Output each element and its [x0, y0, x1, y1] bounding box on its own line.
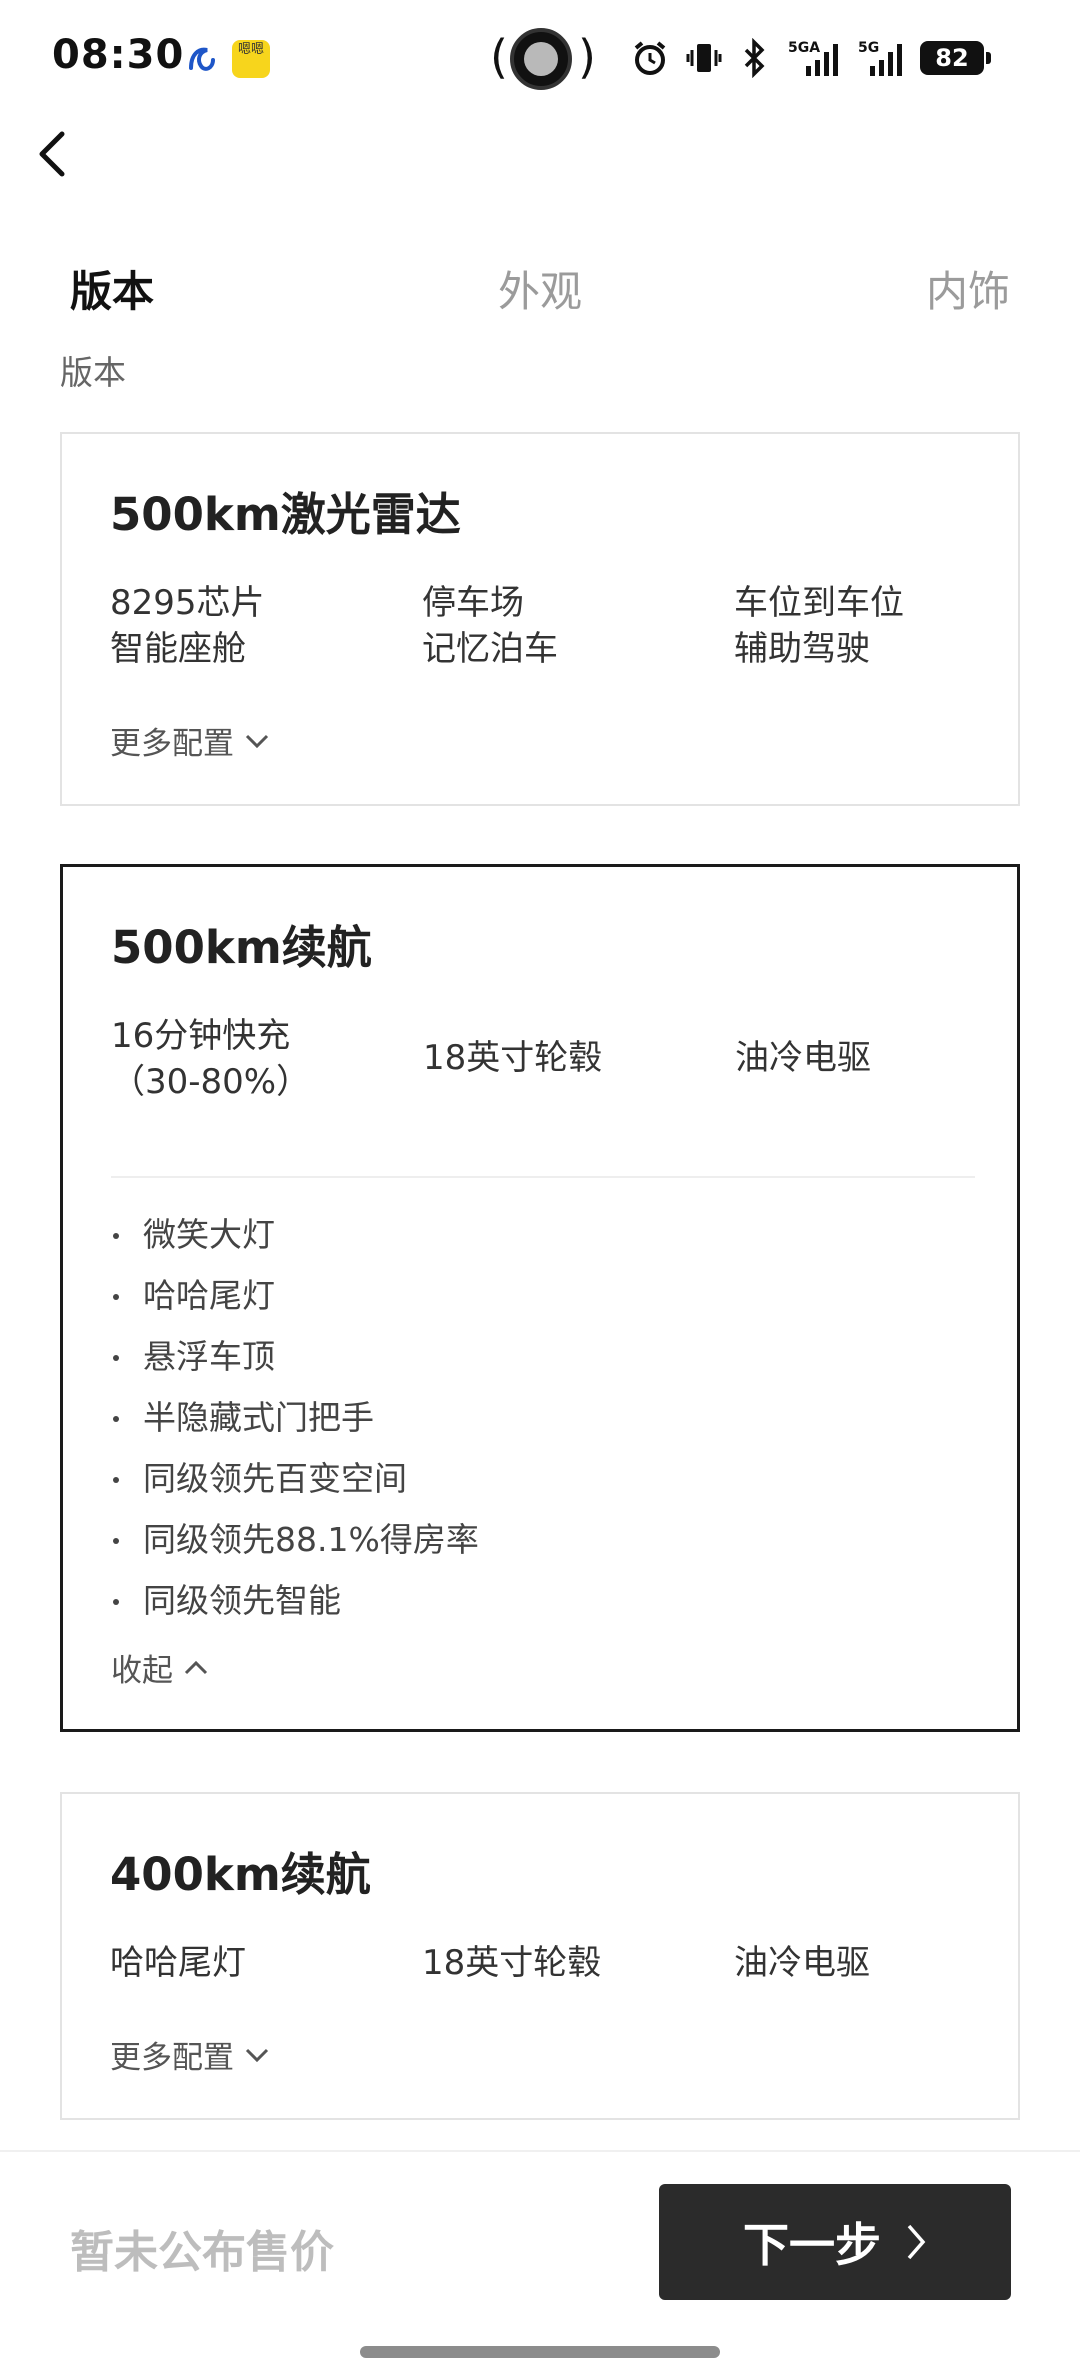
list-item: 微笑大灯: [111, 1213, 479, 1274]
status-time: 08:30: [52, 32, 185, 78]
card-feature: 停车场 记忆泊车: [422, 583, 558, 669]
profile-avatar: [510, 28, 572, 90]
divider: [111, 1176, 975, 1178]
svg-text:5G: 5G: [858, 40, 879, 56]
app-notification-icon: [189, 47, 215, 71]
more-config-toggle[interactable]: 更多配置: [110, 2032, 270, 2077]
vibrate-icon: [686, 44, 722, 72]
version-card-500km-lidar[interactable]: 500km激光雷达 8295芯片 智能座舱 停车场 记忆泊车 车位到车位 辅助驾…: [60, 432, 1020, 806]
card-feature: 哈哈尾灯: [110, 1943, 246, 1983]
collapse-toggle[interactable]: 收起: [111, 1645, 209, 1690]
chevron-down-icon: [245, 734, 269, 748]
card-title: 500km续航: [111, 921, 372, 974]
tab-bar: 版本 外观 内饰: [0, 258, 1080, 328]
more-config-label: 更多配置: [110, 726, 234, 762]
list-item: 半隐藏式门把手: [111, 1396, 479, 1457]
list-item: 同级领先智能: [111, 1579, 479, 1640]
status-bar: 08:30 嗯嗯 ( ) 5GA 5G 82: [0, 0, 1080, 120]
card-feature: 8295芯片 智能座舱: [110, 583, 265, 669]
next-step-button[interactable]: 下一步: [659, 2184, 1011, 2300]
card-feature: 18英寸轮毂: [423, 1038, 603, 1078]
camera-island: ( ): [490, 24, 596, 94]
section-label: 版本: [60, 353, 126, 392]
card-feature: 车位到车位 辅助驾驶: [734, 583, 904, 669]
alarm-icon: [634, 41, 666, 75]
signal-5g-icon: 5G: [858, 40, 902, 76]
card-feature: 油冷电驱: [734, 1943, 870, 1983]
back-arrow-icon[interactable]: [30, 124, 76, 184]
card-title: 400km续航: [110, 1848, 371, 1901]
list-item: 同级领先88.1%得房率: [111, 1518, 479, 1579]
more-config-label: 更多配置: [110, 2040, 234, 2076]
collapse-label: 收起: [111, 1653, 173, 1689]
signal-5ga-icon: 5GA: [788, 40, 838, 76]
more-config-toggle[interactable]: 更多配置: [110, 718, 270, 763]
version-card-500km-range[interactable]: 500km续航 16分钟快充 （30-80%） 18英寸轮毂 油冷电驱 微笑大灯…: [60, 864, 1020, 1732]
card-feature: 16分钟快充 （30-80%）: [111, 1016, 311, 1102]
card-title: 500km激光雷达: [110, 488, 461, 541]
status-icons: 5GA 5G 82: [630, 36, 991, 80]
chevron-down-icon: [245, 2048, 269, 2062]
tab-interior[interactable]: 内饰: [926, 258, 1010, 319]
list-item: 哈哈尾灯: [111, 1274, 479, 1335]
feature-list: 微笑大灯 哈哈尾灯 悬浮车顶 半隐藏式门把手 同级领先百变空间 同级领先88.1…: [111, 1213, 479, 1640]
price-text: 暂未公布售价: [70, 2227, 334, 2278]
next-step-label: 下一步: [743, 2218, 881, 2272]
tab-version[interactable]: 版本: [70, 258, 154, 319]
list-item: 悬浮车顶: [111, 1335, 479, 1396]
bottom-action-bar: 暂未公布售价 下一步: [0, 2150, 1080, 2376]
version-card-400km-range[interactable]: 400km续航 哈哈尾灯 18英寸轮毂 油冷电驱 更多配置: [60, 1792, 1020, 2120]
card-feature: 油冷电驱: [735, 1038, 871, 1078]
app-notification-badge-icon: 嗯嗯: [232, 40, 270, 78]
battery-indicator: 82: [920, 41, 991, 75]
card-feature: 18英寸轮毂: [422, 1943, 602, 1983]
bluetooth-icon: [744, 38, 765, 78]
chevron-right-icon: [907, 2224, 926, 2260]
home-indicator[interactable]: [360, 2346, 720, 2358]
chevron-up-icon: [184, 1660, 208, 1674]
tab-exterior[interactable]: 外观: [498, 258, 582, 319]
svg-text:5GA: 5GA: [788, 40, 820, 56]
list-item: 同级领先百变空间: [111, 1457, 479, 1518]
